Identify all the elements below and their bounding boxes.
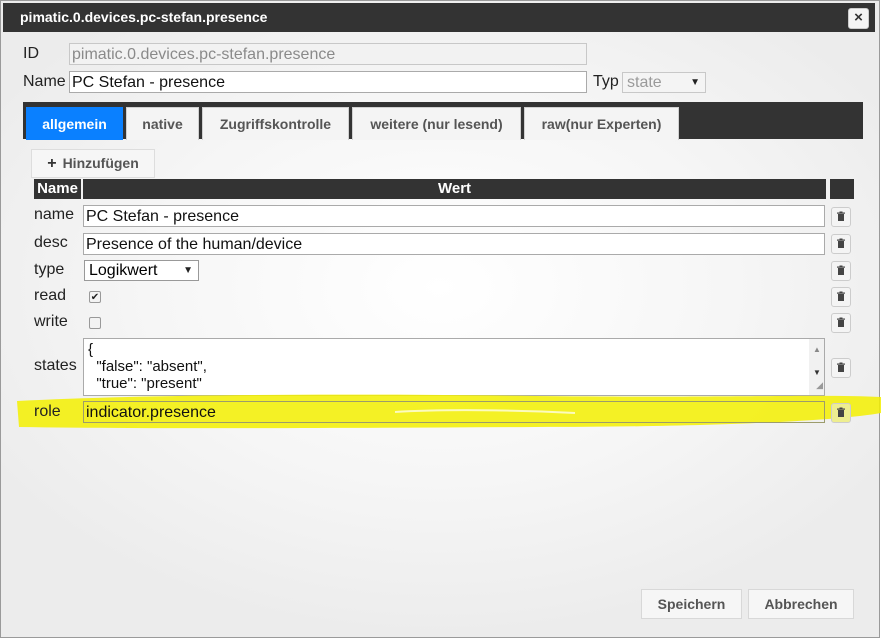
close-icon[interactable]: × (848, 8, 869, 29)
name-value-input[interactable]: PC Stefan - presence (83, 205, 825, 227)
plus-icon: + (47, 155, 57, 172)
states-line: { (88, 341, 94, 358)
row-label-desc: desc (34, 234, 68, 251)
trash-icon[interactable] (831, 358, 851, 378)
type-value-selected: Logikwert (89, 262, 158, 279)
tab-bar: allgemein native Zugriffskontrolle weite… (23, 102, 863, 140)
tab-raw[interactable]: raw(nur Experten) (524, 107, 679, 140)
write-checkbox[interactable] (89, 317, 101, 329)
desc-value-input[interactable]: Presence of the human/device (83, 233, 825, 255)
type-select: state ▼ (622, 72, 706, 93)
dialog-titlebar: pimatic.0.devices.pc-stefan.presence × (3, 3, 875, 32)
dialog-title: pimatic.0.devices.pc-stefan.presence (20, 9, 268, 25)
tab-allgemein[interactable]: allgemein (26, 107, 123, 140)
trash-icon[interactable] (831, 207, 851, 227)
column-header-wert: Wert (83, 179, 826, 199)
add-attribute-button[interactable]: + Hinzufügen (31, 149, 155, 178)
row-label-role: role (34, 403, 61, 420)
row-label-write: write (34, 313, 68, 330)
type-select-value: state (627, 74, 662, 91)
trash-icon[interactable] (831, 313, 851, 333)
trash-icon[interactable] (831, 261, 851, 281)
states-textarea[interactable]: { "false": "absent", "true": "present" ▲… (83, 338, 825, 396)
trash-icon[interactable] (831, 403, 851, 423)
save-button[interactable]: Speichern (641, 589, 742, 619)
tab-native[interactable]: native (126, 107, 199, 140)
id-label: ID (23, 45, 39, 62)
trash-icon[interactable] (831, 234, 851, 254)
read-checkbox[interactable]: ✔ (89, 291, 101, 303)
column-header-name: Name (34, 179, 81, 199)
tab-weitere[interactable]: weitere (nur lesend) (352, 107, 521, 140)
states-line: "false": "absent", (88, 358, 207, 375)
role-value-input[interactable]: indicator.presence (83, 401, 825, 423)
row-label-type: type (34, 261, 65, 278)
states-line: "true": "present" (88, 375, 202, 392)
row-label-name: name (34, 206, 75, 223)
tab-zugriffskontrolle[interactable]: Zugriffskontrolle (202, 107, 349, 140)
row-label-read: read (34, 287, 67, 304)
chevron-down-icon: ▼ (183, 265, 193, 276)
type-value-select[interactable]: Logikwert ▼ (84, 260, 199, 281)
scroll-up-icon[interactable]: ▲ (813, 341, 821, 358)
column-header-actions (830, 179, 854, 199)
name-label: Name (23, 73, 66, 90)
add-button-label: Hinzufügen (62, 155, 139, 171)
row-label-states: states (34, 357, 77, 374)
type-label: Typ (593, 73, 619, 90)
trash-icon[interactable] (831, 287, 851, 307)
chevron-down-icon: ▼ (690, 77, 700, 88)
textarea-scrollbar[interactable]: ▲ ▼ ◢ (809, 339, 824, 395)
object-edit-dialog: pimatic.0.devices.pc-stefan.presence × I… (0, 0, 881, 638)
cancel-button[interactable]: Abbrechen (748, 589, 854, 619)
id-field: pimatic.0.devices.pc-stefan.presence (69, 43, 587, 65)
name-field[interactable]: PC Stefan - presence (69, 71, 587, 93)
